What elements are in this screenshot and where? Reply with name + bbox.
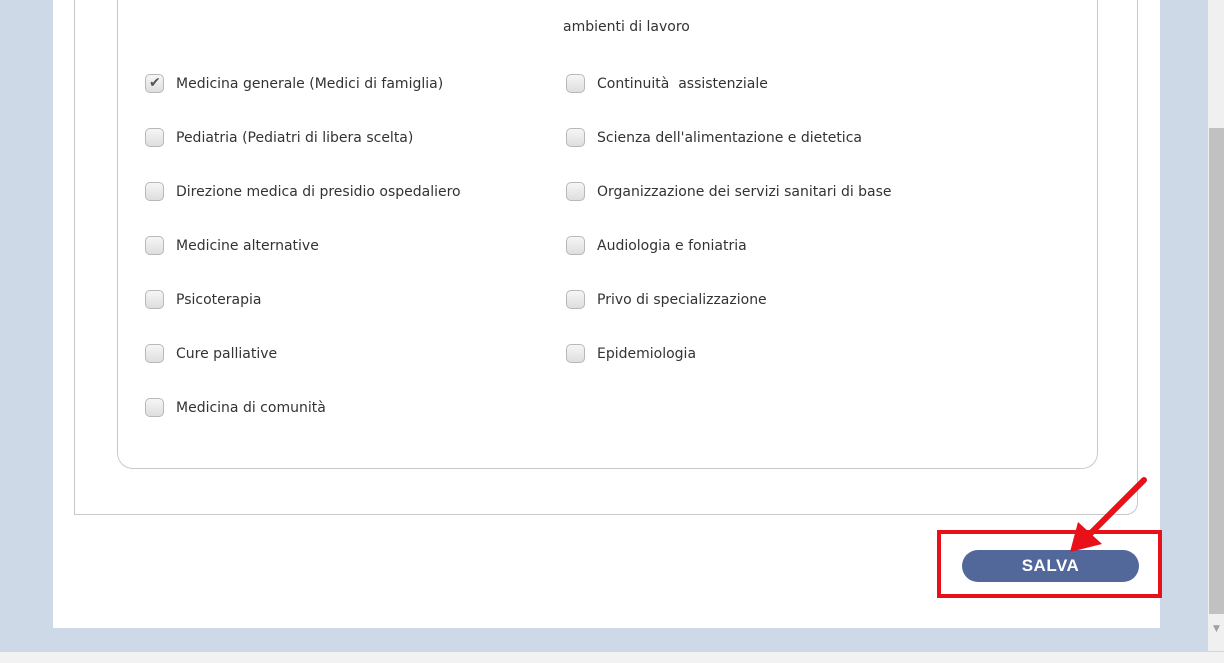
checkbox[interactable]	[566, 128, 585, 147]
scrollbar-thumb[interactable]	[1209, 128, 1224, 614]
option-label: Audiologia e foniatria	[597, 237, 747, 254]
option-label: Scienza dell'alimentazione e dietetica	[597, 129, 862, 146]
checkbox[interactable]	[145, 290, 164, 309]
option-epidemiologia[interactable]: Epidemiologia	[566, 344, 696, 363]
checkbox[interactable]	[145, 74, 164, 93]
checkbox[interactable]	[145, 182, 164, 201]
vertical-scrollbar[interactable]: ▼	[1208, 0, 1224, 651]
option-label: Continuità assistenziale	[597, 75, 768, 92]
right-margin-panel	[1160, 0, 1208, 628]
option-label: Cure palliative	[176, 345, 278, 362]
option-label: Direzione medica di presidio ospedaliero	[176, 183, 461, 200]
option-medicina-generale[interactable]: Medicina generale (Medici di famiglia)	[145, 74, 443, 93]
option-direzione-medica[interactable]: Direzione medica di presidio ospedaliero	[145, 182, 461, 201]
arrow-annotation-icon	[1070, 477, 1147, 552]
option-audiologia[interactable]: Audiologia e foniatria	[566, 236, 747, 255]
option-medicina-di-comunita[interactable]: Medicina di comunità	[145, 398, 326, 417]
option-continuita-assistenziale[interactable]: Continuità assistenziale	[566, 74, 768, 93]
checkbox[interactable]	[145, 344, 164, 363]
bottom-margin-band	[0, 628, 1208, 651]
option-label: Epidemiologia	[597, 345, 697, 362]
checkbox[interactable]	[145, 398, 164, 417]
left-margin-panel	[0, 0, 53, 628]
option-privo-specializzazione[interactable]: Privo di specializzazione	[566, 290, 767, 309]
checkbox[interactable]	[145, 236, 164, 255]
option-label: Psicoterapia	[176, 291, 262, 308]
option-cure-palliative[interactable]: Cure palliative	[145, 344, 277, 363]
option-label: Medicina di comunità	[176, 399, 326, 416]
option-label: Privo di specializzazione	[597, 291, 767, 308]
checkbox[interactable]	[566, 344, 585, 363]
option-label: Organizzazione dei servizi sanitari di b…	[597, 183, 892, 200]
option-scienza-alimentazione[interactable]: Scienza dell'alimentazione e dietetica	[566, 128, 862, 147]
option-organizzazione-servizi[interactable]: Organizzazione dei servizi sanitari di b…	[566, 182, 892, 201]
option-label: Medicine alternative	[176, 237, 319, 254]
option-pediatria[interactable]: Pediatria (Pediatri di libera scelta)	[145, 128, 413, 147]
option-medicine-alternative[interactable]: Medicine alternative	[145, 236, 319, 255]
checkbox[interactable]	[566, 74, 585, 93]
option-label: Medicina generale (Medici di famiglia)	[176, 75, 444, 92]
checkbox[interactable]	[566, 290, 585, 309]
option-psicoterapia[interactable]: Psicoterapia	[145, 290, 261, 309]
checkbox[interactable]	[145, 128, 164, 147]
option-label-continuation: ambienti di lavoro	[563, 19, 690, 35]
scroll-down-icon[interactable]: ▼	[1209, 622, 1224, 637]
checkbox[interactable]	[566, 182, 585, 201]
checkbox[interactable]	[566, 236, 585, 255]
page-footer	[0, 651, 1224, 663]
option-label: Pediatria (Pediatri di libera scelta)	[176, 129, 414, 146]
